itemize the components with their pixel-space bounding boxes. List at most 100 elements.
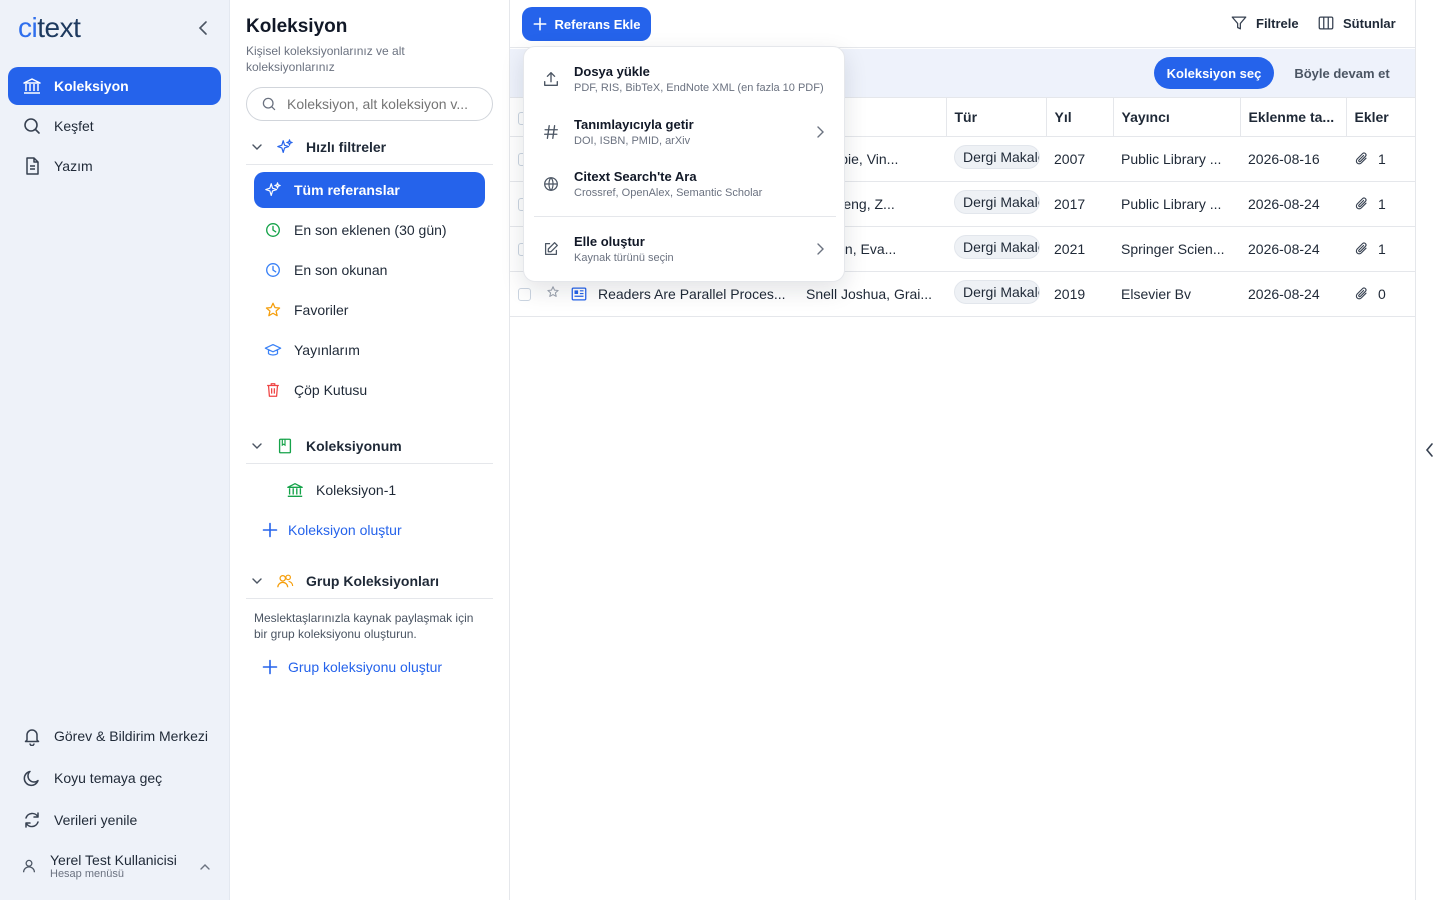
publisher-cell: Public Library ... <box>1113 181 1240 227</box>
create-collection-button[interactable]: Koleksiyon oluştur <box>262 522 402 538</box>
collapse-sidebar-button[interactable] <box>194 18 214 38</box>
paperclip-icon <box>1355 151 1367 164</box>
filter-trash[interactable]: Çöp Kutusu <box>254 372 485 408</box>
filter-button[interactable]: Filtrele <box>1230 14 1299 32</box>
menu-item-title: Citext Search'te Ara <box>574 169 697 184</box>
attachment-count: 0 <box>1378 285 1386 302</box>
menu-item-upload-file[interactable]: Dosya yükle PDF, RIS, BibTeX, EndNote XML… <box>532 55 836 103</box>
globe-icon <box>544 177 558 192</box>
added-header[interactable]: Eklenme ta... <box>1239 98 1346 137</box>
type-badge: Dergi Makalesi <box>954 280 1040 304</box>
added-cell: 2026-08-24 <box>1240 226 1346 272</box>
columns-label: Sütunlar <box>1343 15 1396 31</box>
quick-filters-header[interactable]: Hızlı filtreler <box>246 129 493 165</box>
type-badge: Dergi Makalesi <box>954 190 1040 214</box>
menu-item-subtitle: DOI, ISBN, PMID, arXiv <box>574 135 691 147</box>
account-menu[interactable]: Yerel Test Kullanicisi Hesap menüsü <box>20 852 220 880</box>
menu-item-fetch-by-identifier[interactable]: Tanımlayıcıyla getir DOI, ISBN, PMID, arX… <box>532 108 836 156</box>
chevron-down-icon <box>252 442 262 449</box>
nav-label: Keşfet <box>54 118 94 134</box>
filter-recently-added[interactable]: En son eklenen (30 gün) <box>254 212 485 248</box>
user-name: Yerel Test Kullanicisi <box>50 852 177 868</box>
columns-button[interactable]: Sütunlar <box>1317 14 1396 32</box>
chevron-left-icon <box>198 21 207 35</box>
type-header[interactable]: Tür <box>945 98 1046 137</box>
trash-icon <box>267 383 279 397</box>
bank-icon <box>23 78 41 94</box>
menu-item-create-manually[interactable]: Elle oluştur Kaynak türünü seçin <box>532 225 836 273</box>
create-group-label: Grup koleksiyonu oluştur <box>288 659 443 675</box>
bank-icon <box>287 483 303 497</box>
collection-search[interactable] <box>246 87 493 121</box>
add-reference-menu: Dosya yükle PDF, RIS, BibTeX, EndNote XML… <box>523 46 845 282</box>
attachment-count: 1 <box>1378 240 1386 257</box>
menu-item-citext-search[interactable]: Citext Search'te Ara Crossref, OpenAlex, … <box>532 160 836 208</box>
collection-item[interactable]: Koleksiyon-1 <box>276 472 485 508</box>
bell-icon <box>24 729 40 746</box>
moon-icon <box>23 770 39 787</box>
collection-item-label: Koleksiyon-1 <box>316 482 397 498</box>
sparkles-icon <box>277 138 293 153</box>
year-cell: 2007 <box>1046 136 1113 182</box>
menu-item-subtitle: PDF, RIS, BibTeX, EndNote XML (en fazla … <box>574 82 824 94</box>
refresh-data-button[interactable]: Verileri yenile <box>8 803 221 837</box>
filter-label: Favoriler <box>294 302 349 318</box>
group-collections-header[interactable]: Grup Koleksiyonları <box>246 563 493 599</box>
title-cell[interactable]: Readers Are Parallel Proces... <box>570 285 798 303</box>
plus-icon <box>262 522 278 538</box>
menu-item-subtitle: Crossref, OpenAlex, Semantic Scholar <box>574 187 763 199</box>
added-cell: 2026-08-24 <box>1240 181 1346 227</box>
filter-favorites[interactable]: Favoriler <box>254 292 485 328</box>
filter-my-publications[interactable]: Yayınlarım <box>254 332 485 368</box>
panel-subtitle: Kişisel koleksiyonlarınız ve alt koleksi… <box>246 44 405 74</box>
select-collection-button[interactable]: Koleksiyon seç <box>1154 57 1274 89</box>
panel-title: Koleksiyon <box>246 16 348 37</box>
create-group-collection-button[interactable]: Grup koleksiyonu oluştur <box>262 659 442 675</box>
users-icon <box>277 574 294 587</box>
year-cell: 2021 <box>1046 226 1113 272</box>
added-cell: 2026-08-24 <box>1240 271 1346 317</box>
publisher-cell: Public Library ... <box>1113 136 1240 182</box>
menu-divider <box>534 216 836 217</box>
attachments-cell[interactable]: 1 <box>1354 196 1416 212</box>
filter-all-references[interactable]: Tüm referanslar <box>254 172 485 208</box>
year-header[interactable]: Yıl <box>1045 98 1113 137</box>
title-text: Readers Are Parallel Proces... <box>598 285 786 302</box>
nav-item-collection[interactable]: Koleksiyon <box>8 67 221 105</box>
plus-icon <box>262 659 278 675</box>
dark-theme-toggle[interactable]: Koyu temaya geç <box>8 761 221 795</box>
menu-item-title: Tanımlayıcıyla getir <box>574 117 694 132</box>
paperclip-icon <box>1355 196 1367 209</box>
app-logo[interactable]: citext <box>18 12 81 44</box>
nav-item-discover[interactable]: Keşfet <box>8 107 221 145</box>
my-collection-header[interactable]: Koleksiyonum <box>246 428 493 464</box>
type-badge: Dergi Makalesi <box>954 145 1040 169</box>
row-checkbox[interactable] <box>518 288 531 302</box>
filter-recently-read[interactable]: En son okunan <box>254 252 485 288</box>
publisher-header[interactable]: Yayıncı <box>1112 98 1240 137</box>
menu-item-subtitle: Kaynak türünü seçin <box>574 252 674 264</box>
attachments-cell[interactable]: 1 <box>1354 241 1416 257</box>
attachments-cell[interactable]: 0 <box>1354 286 1416 302</box>
hash-icon <box>544 125 558 139</box>
user-icon <box>22 859 36 873</box>
right-panel-toggle[interactable] <box>1415 0 1440 900</box>
attachment-count: 1 <box>1378 195 1386 212</box>
filter-label: Tüm referanslar <box>294 182 400 198</box>
filter-label: En son okunan <box>294 262 388 278</box>
collection-search-input[interactable] <box>287 96 477 112</box>
chevron-right-icon <box>817 243 824 255</box>
clock-icon <box>266 263 280 277</box>
upload-icon <box>544 72 558 86</box>
attachments-header[interactable]: Ekler <box>1345 98 1416 137</box>
nav-item-writing[interactable]: Yazım <box>8 147 221 185</box>
add-reference-button[interactable]: Referans Ekle <box>522 7 651 41</box>
continue-button[interactable]: Böyle devam et <box>1286 57 1398 89</box>
columns-icon <box>1318 16 1334 30</box>
attachments-cell[interactable]: 1 <box>1354 151 1416 167</box>
chevron-down-icon <box>252 143 262 150</box>
notification-center-button[interactable]: Görev & Bildirim Merkezi <box>8 719 221 753</box>
section-label: Hızlı filtreler <box>306 138 387 155</box>
chevron-down-icon <box>252 577 262 584</box>
clock-icon <box>266 223 280 237</box>
